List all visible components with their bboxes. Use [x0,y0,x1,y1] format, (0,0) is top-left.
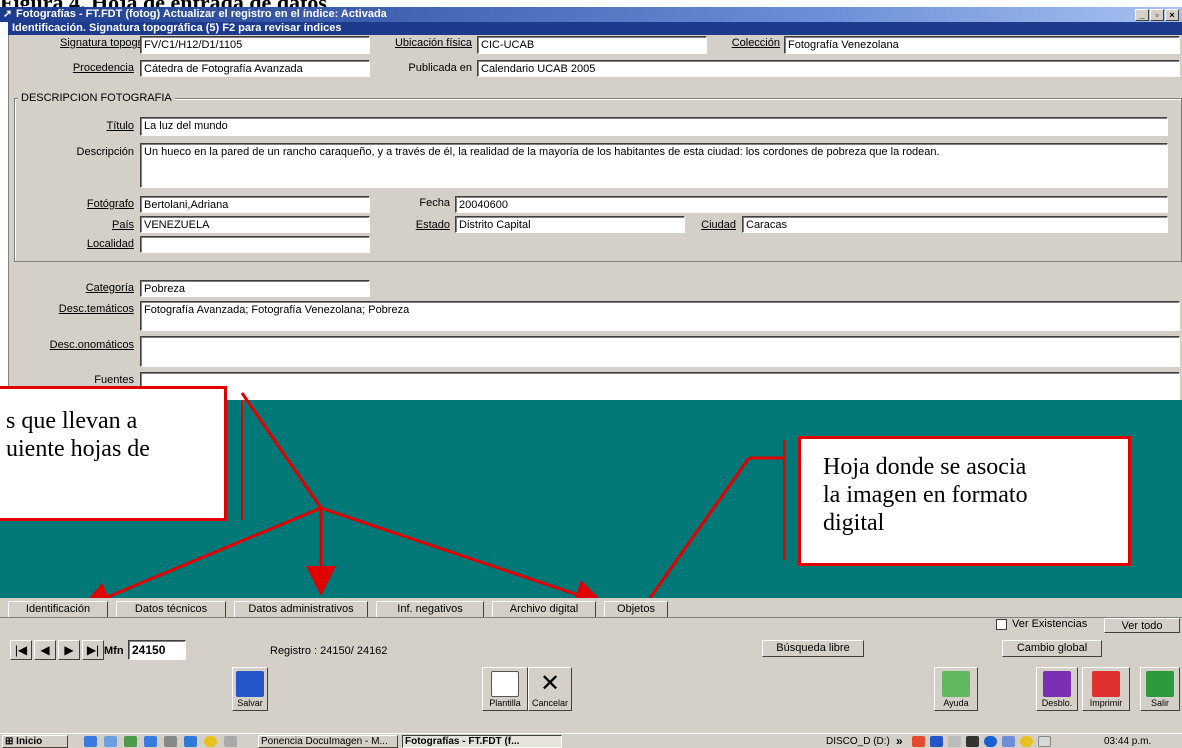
mfn-label: Mfn [104,645,124,657]
desktop-icon[interactable] [124,736,137,747]
tray-app3-icon[interactable] [948,736,961,747]
clock: 03:44 p.m. [1104,736,1152,747]
tab-identificacion[interactable]: Identificación [8,601,108,618]
save-icon [236,671,264,697]
explorer-icon[interactable] [144,736,157,747]
tab-datos-tecnicos[interactable]: Datos técnicos [116,601,226,618]
pointer-line-right [648,457,751,599]
ayuda-button[interactable]: Ayuda [934,667,978,711]
app-icon[interactable] [224,736,237,747]
desblo-label: Desblo. [1041,698,1073,708]
ver-todo-button[interactable]: Ver todo [1104,618,1180,633]
arrow-to-identificacion [80,506,322,611]
taskbar-ponencia-button[interactable]: Ponencia DocuImagen - M... [258,735,398,748]
drive-icon[interactable] [164,736,177,747]
start-label: Inicio [16,736,43,747]
desblo-button[interactable]: Desblo. [1036,667,1078,711]
tab-inf-negativos[interactable]: Inf. negativos [376,601,484,618]
plantilla-button[interactable]: Plantilla [482,667,528,711]
start-button[interactable]: ⊞ Inicio [2,735,68,748]
salir-label: Salir [1150,698,1169,708]
next-record-button[interactable]: ▶ [58,640,80,660]
tray-app7-icon[interactable] [1020,736,1033,747]
mfn-field[interactable]: 24150 [128,640,186,660]
ver-existencias-checkbox[interactable] [996,619,1007,630]
last-record-button[interactable]: ▶| [82,640,104,660]
tray-app1-icon[interactable] [912,736,925,747]
tray-app6-icon[interactable] [1002,736,1015,747]
tab-archivo-digital[interactable]: Archivo digital [492,601,596,618]
drive-label: DISCO_D (D:) [826,736,890,747]
cancelar-button[interactable]: ✕ Cancelar [528,667,572,711]
cancelar-label: Cancelar [531,698,569,708]
windows-logo-icon: ⊞ [5,736,14,747]
unlock-icon [1043,671,1071,697]
imprimir-button[interactable]: Imprimir [1082,667,1130,711]
salvar-button[interactable]: Salvar [232,667,268,711]
tray-app8-icon[interactable] [1038,736,1051,747]
first-record-button[interactable]: |◀ [10,640,32,660]
help-icon [942,671,970,697]
registro-status: Registro : 24150/ 24162 [270,645,388,657]
chevron-icon[interactable]: » [896,734,903,748]
exit-icon [1146,671,1174,697]
media-icon[interactable] [184,736,197,747]
salvar-label: Salvar [237,698,263,708]
arrow-to-archivo-digital [320,506,605,609]
cambio-global-button[interactable]: Cambio global [1002,640,1102,657]
tray-app4-icon[interactable] [966,736,979,747]
ie-icon[interactable] [84,736,97,747]
ayuda-label: Ayuda [943,698,969,708]
pointer-line-main [240,392,323,509]
ver-existencias-label: Ver Existencias [1012,618,1088,630]
tray-app5-icon[interactable] [984,736,997,747]
cancel-icon: ✕ [539,670,561,697]
imprimir-label: Imprimir [1089,698,1123,708]
tab-datos-administrativos[interactable]: Datos administrativos [234,601,368,618]
outlook-icon[interactable] [104,736,117,747]
salir-button[interactable]: Salir [1140,667,1180,711]
tray-app2-icon[interactable] [930,736,943,747]
busqueda-libre-button[interactable]: Búsqueda libre [762,640,864,657]
tab-objetos[interactable]: Objetos [604,601,668,618]
taskbar-fotografias-button[interactable]: Fotografías - FT.FDT (f... [402,735,562,748]
smiley-icon[interactable] [204,736,217,747]
template-icon [491,671,519,697]
previous-record-button[interactable]: ◀ [34,640,56,660]
plantilla-label: Plantilla [489,698,521,708]
bottom-toolbar [0,617,1182,733]
print-icon [1092,671,1120,697]
